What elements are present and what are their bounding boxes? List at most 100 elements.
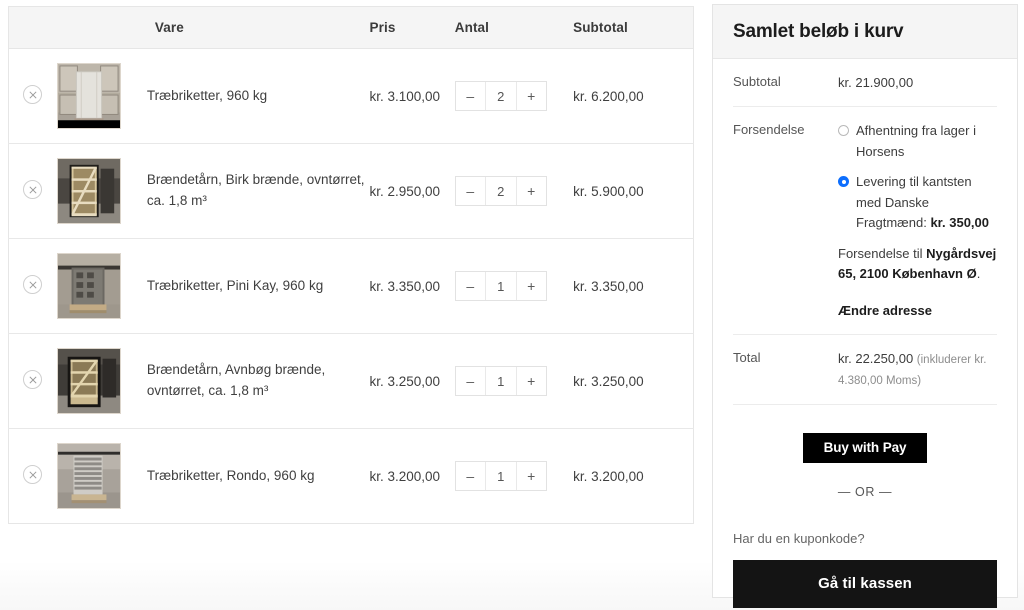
radio-delivery-icon[interactable] bbox=[838, 176, 849, 188]
shipping-option-pickup-label: Afhentning fra lager i Horsens bbox=[856, 123, 976, 159]
col-remove bbox=[8, 6, 57, 49]
col-subtotal: Subtotal bbox=[573, 6, 694, 49]
shipping-option-pickup[interactable]: Afhentning fra lager i Horsens bbox=[838, 121, 997, 162]
total-value: kr. 22.250,00 bbox=[838, 351, 914, 366]
product-name[interactable]: Træbriketter, 960 kg bbox=[146, 48, 370, 144]
cart-totals-header: Samlet beløb i kurv bbox=[713, 5, 1017, 59]
apple-pay-button[interactable]: Buy with Pay bbox=[803, 432, 927, 463]
total-row: Total kr. 22.250,00 (inkluderer kr. 4.38… bbox=[733, 335, 997, 405]
quantity-value[interactable]: 1 bbox=[485, 367, 516, 395]
shipping-option-delivery-price: kr. 350,00 bbox=[930, 215, 989, 231]
table-header-row: Vare Pris Antal Subtotal bbox=[8, 6, 694, 49]
remove-cell bbox=[9, 429, 57, 524]
shipping-row: Forsendelse Afhentning fra lager i Horse… bbox=[733, 107, 997, 335]
product-thumbnail-4[interactable] bbox=[56, 443, 121, 509]
product-price: kr. 3.200,00 bbox=[369, 468, 441, 484]
shipping-option-delivery-label: Levering til kantsten med Danske Fragtmæ… bbox=[856, 172, 997, 234]
thumbnail-cell bbox=[56, 333, 147, 429]
quantity-increase-button[interactable]: + bbox=[515, 367, 546, 395]
product-subtotal: kr. 5.900,00 bbox=[573, 143, 694, 239]
apple-pay-prefix-label: Buy with bbox=[823, 439, 880, 455]
remove-item-icon[interactable] bbox=[23, 275, 43, 294]
product-name[interactable]: Brændetårn, Avnbøg brænde, ovntørret, ca… bbox=[146, 333, 370, 429]
quantity-stepper[interactable]: – 2 + bbox=[454, 176, 547, 206]
quantity-increase-button[interactable]: + bbox=[515, 82, 546, 110]
product-price: kr. 3.350,00 bbox=[369, 238, 455, 334]
table-row: Træbriketter, 960 kg kr. 3.100,00 – 2 + … bbox=[8, 48, 694, 144]
quantity-value[interactable]: 1 bbox=[485, 272, 516, 300]
quantity-increase-button[interactable]: + bbox=[515, 177, 546, 205]
cart-table: Vare Pris Antal Subtotal Træbriketter, 9… bbox=[8, 6, 694, 524]
thumbnail-cell bbox=[56, 429, 147, 524]
cart-totals-title: Samlet beløb i kurv bbox=[733, 21, 904, 42]
remove-item-icon[interactable] bbox=[23, 180, 43, 199]
shipping-destination: Forsendelse til Nygårdsvej 65, 2100 Købe… bbox=[838, 244, 997, 285]
quantity-decrease-button[interactable]: – bbox=[455, 272, 486, 300]
or-separator: — OR — bbox=[837, 484, 893, 499]
quantity-stepper[interactable]: – 2 + bbox=[454, 81, 547, 111]
subtotal-row: Subtotal kr. 21.900,00 bbox=[733, 59, 997, 108]
remove-cell bbox=[8, 48, 57, 144]
cart-table-container: Vare Pris Antal Subtotal Træbriketter, 9… bbox=[8, 6, 694, 524]
product-price: kr. 3.100,00 bbox=[369, 48, 455, 144]
quantity-stepper[interactable]: – 1 + bbox=[454, 461, 547, 491]
cart-table-header: Vare Pris Antal Subtotal bbox=[8, 6, 694, 49]
remove-item-icon[interactable] bbox=[23, 85, 43, 104]
thumbnail-cell bbox=[56, 238, 147, 334]
product-thumbnail-3[interactable] bbox=[56, 348, 121, 414]
table-row: Træbriketter, Pini Kay, 960 kg kr. 3.350… bbox=[8, 238, 694, 334]
quantity-cell: – 1 + bbox=[454, 238, 574, 334]
col-thumbnail bbox=[56, 6, 147, 49]
product-subtotal: kr. 3.200,00 bbox=[573, 468, 644, 484]
subtotal-value: kr. 21.900,00 bbox=[838, 75, 914, 90]
cart-totals-card: Samlet beløb i kurv Subtotal kr. 21.900,… bbox=[712, 4, 1018, 608]
total-value-group: kr. 22.250,00 (inkluderer kr. 4.380,00 M… bbox=[838, 349, 997, 391]
quantity-cell: – 1 + bbox=[454, 333, 574, 429]
product-name[interactable]: Træbriketter, Rondo, 960 kg bbox=[147, 429, 370, 524]
cart-page: Vare Pris Antal Subtotal Træbriketter, 9… bbox=[0, 0, 1024, 610]
quantity-value[interactable]: 1 bbox=[485, 462, 516, 490]
remove-cell bbox=[8, 143, 57, 239]
shipping-option-delivery[interactable]: Levering til kantsten med Danske Fragtmæ… bbox=[838, 172, 997, 234]
product-name[interactable]: Brændetårn, Birk brænde, ovntørret, ca. … bbox=[146, 143, 370, 239]
table-row: Brændetårn, Birk brænde, ovntørret, ca. … bbox=[8, 143, 694, 239]
quantity-decrease-button[interactable]: – bbox=[455, 462, 486, 490]
ship-to-label: Forsendelse til bbox=[838, 245, 923, 261]
thumbnail-cell bbox=[56, 48, 147, 144]
quantity-cell: – 1 + bbox=[454, 429, 573, 524]
product-thumbnail-1[interactable] bbox=[56, 158, 121, 224]
quantity-value[interactable]: 2 bbox=[485, 82, 516, 110]
col-antal: Antal bbox=[454, 6, 574, 49]
quantity-decrease-button[interactable]: – bbox=[455, 82, 486, 110]
table-row: Brændetårn, Avnbøg brænde, ovntørret, ca… bbox=[8, 333, 694, 429]
subtotal-label: Subtotal bbox=[733, 74, 781, 89]
quantity-stepper[interactable]: – 1 + bbox=[454, 366, 547, 396]
product-price: kr. 2.950,00 bbox=[369, 143, 455, 239]
thumbnail-cell bbox=[56, 143, 147, 239]
remove-item-icon[interactable] bbox=[23, 465, 43, 484]
remove-item-icon[interactable] bbox=[23, 370, 43, 389]
cart-totals-body: Subtotal kr. 21.900,00 Forsendelse Afhen… bbox=[713, 59, 1017, 405]
cart-table-body: Træbriketter, 960 kg kr. 3.100,00 – 2 + … bbox=[8, 48, 694, 524]
ship-to-suffix: . bbox=[976, 266, 981, 282]
quantity-stepper[interactable]: – 1 + bbox=[454, 271, 547, 301]
change-address-link[interactable]: Ændre adresse bbox=[838, 301, 932, 321]
quantity-decrease-button[interactable]: – bbox=[455, 177, 486, 205]
quantity-increase-button[interactable]: + bbox=[515, 272, 546, 300]
quantity-cell: – 2 + bbox=[454, 143, 574, 239]
product-subtotal: kr. 3.250,00 bbox=[573, 333, 694, 429]
product-name[interactable]: Træbriketter, Pini Kay, 960 kg bbox=[146, 238, 370, 334]
coupon-code-link[interactable]: Har du en kuponkode? bbox=[713, 531, 1017, 546]
quantity-increase-button[interactable]: + bbox=[515, 462, 546, 490]
total-label: Total bbox=[733, 350, 761, 365]
product-thumbnail-0[interactable] bbox=[56, 63, 121, 129]
product-thumbnail-2[interactable] bbox=[56, 253, 121, 319]
product-subtotal: kr. 6.200,00 bbox=[573, 48, 694, 144]
shipping-label: Forsendelse bbox=[733, 122, 805, 138]
quantity-value[interactable]: 2 bbox=[485, 177, 516, 205]
quantity-decrease-button[interactable]: – bbox=[455, 367, 486, 395]
radio-pickup-icon[interactable] bbox=[838, 125, 849, 137]
shipping-options: Afhentning fra lager i Horsens Levering … bbox=[838, 121, 997, 321]
product-price: kr. 3.250,00 bbox=[369, 333, 455, 429]
checkout-button[interactable]: Gå til kassen bbox=[733, 559, 997, 608]
